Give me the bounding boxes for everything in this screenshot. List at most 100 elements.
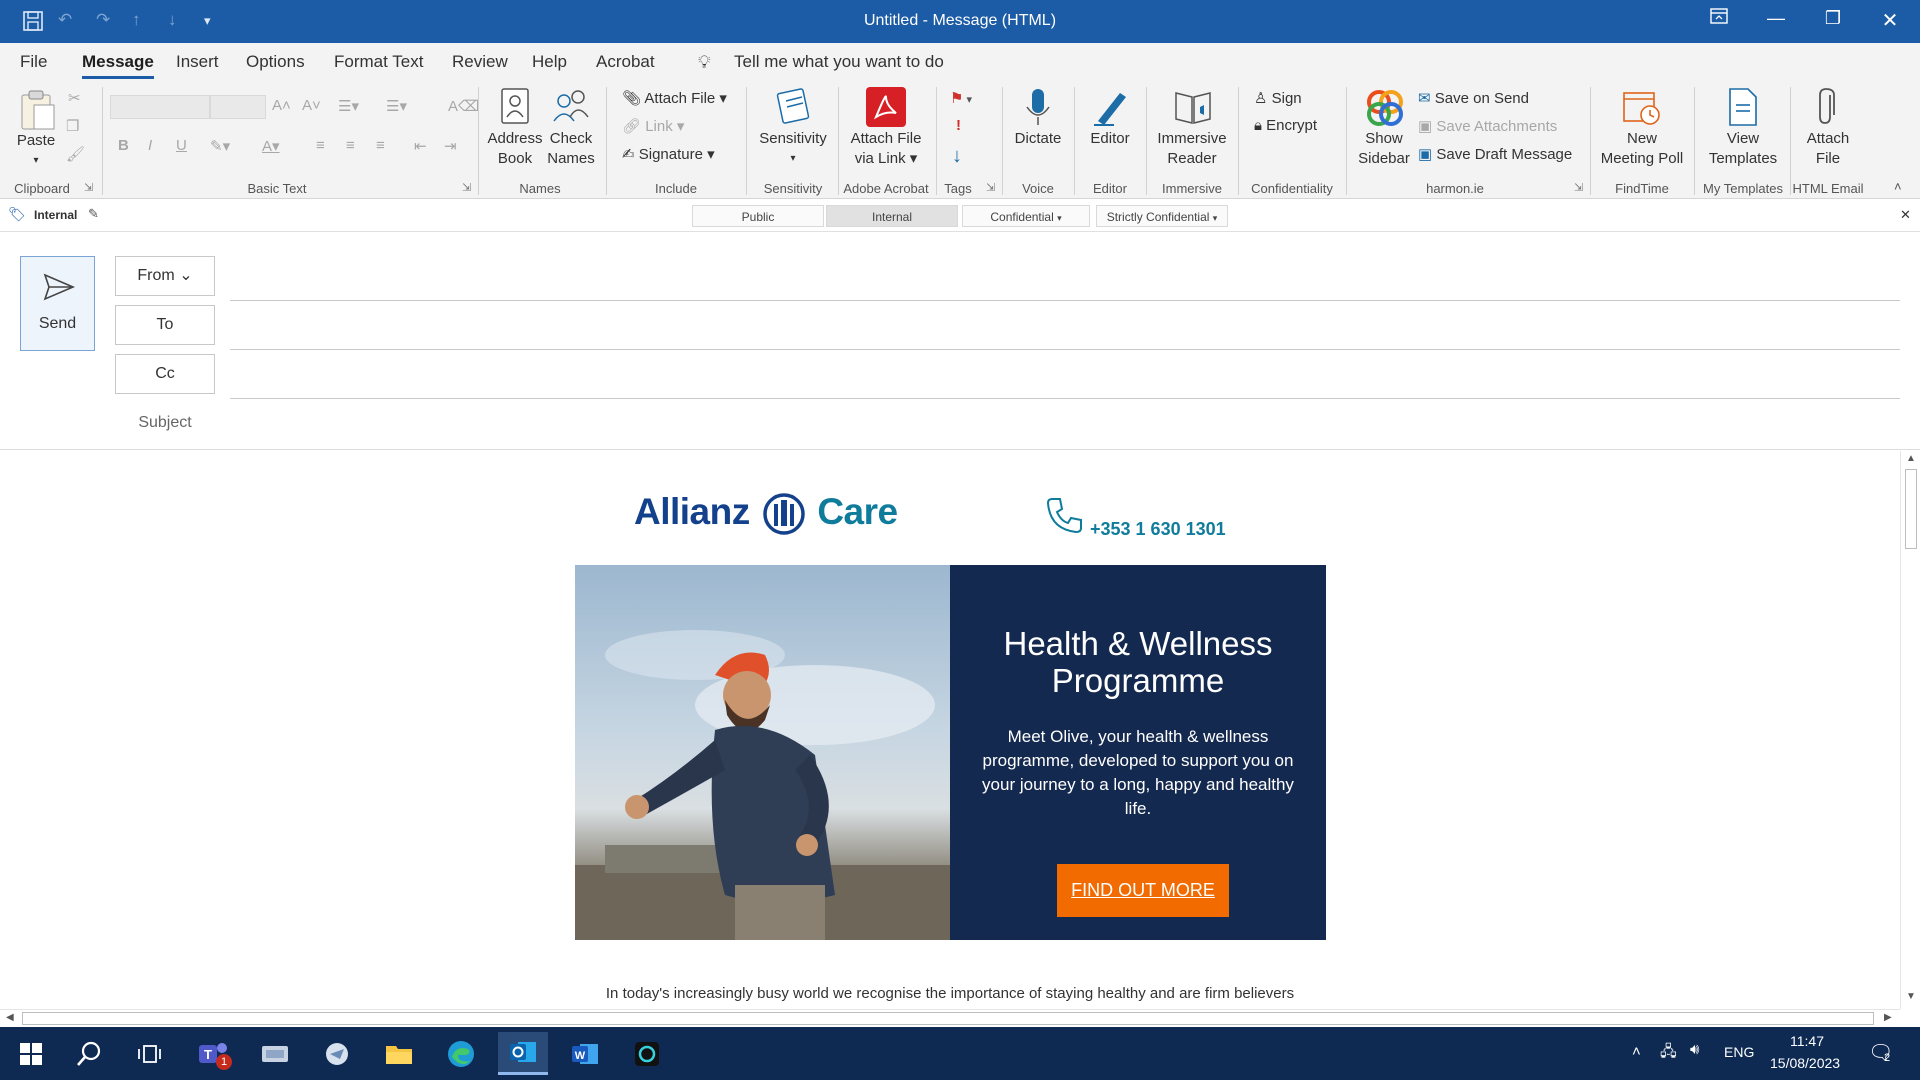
format-painter-icon[interactable]: 🖌︎ <box>66 145 85 163</box>
scroll-up-icon[interactable]: ▲ <box>1906 453 1916 464</box>
close-classification-icon[interactable]: ✕ <box>1900 207 1911 223</box>
bold-icon[interactable]: B <box>118 137 129 154</box>
horizontal-scrollbar[interactable]: ◀ ▶ <box>0 1009 1900 1027</box>
menu-help[interactable]: Help <box>532 52 567 72</box>
harmonie-launcher-icon[interactable]: ⇲ <box>1574 181 1583 194</box>
taskbar-app-1[interactable] <box>250 1032 300 1075</box>
horizontal-scroll-thumb[interactable] <box>22 1012 1874 1025</box>
close-icon[interactable]: ✕ <box>1870 8 1910 33</box>
ribbon-display-options-icon[interactable] <box>1699 8 1739 29</box>
editor-icon[interactable] <box>1090 87 1130 132</box>
sensitivity-icon[interactable] <box>776 87 812 130</box>
address-book-icon[interactable] <box>498 87 532 130</box>
volume-icon[interactable]: 🔊︎ <box>1690 1041 1699 1058</box>
phone-number[interactable]: +353 1 630 1301 <box>1090 519 1226 540</box>
class-public-button[interactable]: Public <box>692 205 824 227</box>
clock-time[interactable]: 11:47 <box>1790 1033 1824 1049</box>
bullets-icon[interactable]: ☰▾ <box>338 97 359 115</box>
tags-launcher-icon[interactable]: ⇲ <box>986 181 995 194</box>
cc-field[interactable] <box>230 398 1900 399</box>
new-meeting-poll-button[interactable]: New Meeting Poll <box>1596 129 1688 169</box>
from-field[interactable] <box>230 300 1900 301</box>
low-importance-icon[interactable]: ↓ <box>952 145 962 168</box>
taskbar-app-2[interactable] <box>312 1032 362 1075</box>
menu-options[interactable]: Options <box>246 52 305 72</box>
decrease-indent-icon[interactable]: ⇤ <box>414 137 427 155</box>
signature-button[interactable]: ✍︎ Signature ▾ <box>622 145 715 163</box>
font-name-input[interactable] <box>110 95 210 119</box>
menu-format-text[interactable]: Format Text <box>334 52 423 72</box>
immersive-reader-icon[interactable] <box>1172 87 1214 132</box>
word-app[interactable]: W <box>560 1032 610 1075</box>
attach-file-html-button[interactable]: Attach File <box>1794 129 1862 169</box>
menu-acrobat[interactable]: Acrobat <box>596 52 655 72</box>
paste-icon[interactable] <box>18 89 56 136</box>
start-button[interactable] <box>6 1032 56 1075</box>
task-view-button[interactable] <box>124 1032 174 1075</box>
minimize-icon[interactable]: — <box>1756 8 1796 29</box>
save-draft-button[interactable]: ▣ Save Draft Message <box>1418 145 1572 163</box>
check-names-icon[interactable] <box>552 87 590 130</box>
subject-field[interactable] <box>230 410 1900 440</box>
file-explorer-app[interactable] <box>374 1032 424 1075</box>
findtime-icon[interactable] <box>1622 87 1662 132</box>
attach-paperclip-icon[interactable] <box>1814 87 1840 132</box>
harmonie-icon[interactable] <box>1364 87 1406 134</box>
flag-icon[interactable]: ⚑ ▾ <box>950 89 972 107</box>
to-field[interactable] <box>230 349 1900 350</box>
scroll-down-icon[interactable]: ▼ <box>1906 991 1916 1002</box>
tell-me-search[interactable]: Tell me what you want to do <box>734 52 944 72</box>
align-left-icon[interactable]: ≡ <box>316 137 325 154</box>
sign-button[interactable]: ♙ Sign <box>1254 89 1302 107</box>
microphone-icon[interactable] <box>1024 87 1052 132</box>
class-internal-button[interactable]: Internal <box>826 205 958 227</box>
grow-font-icon[interactable]: A˄ <box>272 97 291 114</box>
vertical-scroll-thumb[interactable] <box>1905 469 1917 549</box>
menu-insert[interactable]: Insert <box>176 52 219 72</box>
email-body[interactable]: Allianz Care +353 1 630 1301 Health & We… <box>0 451 1900 1009</box>
to-button[interactable]: To <box>115 305 215 345</box>
clock-date[interactable]: 15/08/2023 <box>1770 1055 1840 1071</box>
underline-icon[interactable]: U <box>176 137 187 154</box>
encrypt-button[interactable]: 🔒︎ Encrypt <box>1254 117 1317 134</box>
find-out-more-button[interactable]: FIND OUT MORE <box>1057 864 1229 917</box>
editor-button[interactable]: Editor <box>1078 129 1142 149</box>
increase-indent-icon[interactable]: ⇥ <box>444 137 457 155</box>
immersive-reader-button[interactable]: Immersive Reader <box>1150 129 1234 169</box>
sensitivity-dropdown-icon[interactable]: ▾ <box>752 149 834 169</box>
show-hidden-icons-icon[interactable]: ˄ <box>1632 1043 1641 1060</box>
menu-review[interactable]: Review <box>452 52 508 72</box>
italic-icon[interactable]: I <box>148 137 152 154</box>
align-center-icon[interactable]: ≡ <box>346 137 355 154</box>
basic-text-launcher-icon[interactable]: ⇲ <box>462 181 471 194</box>
highlight-icon[interactable]: ✎▾ <box>210 137 230 155</box>
clear-formatting-icon[interactable]: A⌫ <box>448 97 479 115</box>
acrobat-icon[interactable] <box>866 87 906 132</box>
language-indicator[interactable]: ENG <box>1724 1044 1754 1060</box>
menu-message[interactable]: Message <box>82 52 154 79</box>
save-attachments-button[interactable]: ▣ Save Attachments <box>1418 117 1557 135</box>
sensitivity-button[interactable]: Sensitivity <box>752 129 834 149</box>
clipboard-launcher-icon[interactable]: ⇲ <box>84 181 93 194</box>
collapse-ribbon-icon[interactable]: ˄ <box>1894 179 1902 194</box>
outlook-app[interactable] <box>498 1032 548 1075</box>
teams-app[interactable]: T 1 <box>188 1032 238 1075</box>
from-button[interactable]: From ⌄ <box>115 256 215 296</box>
templates-icon[interactable] <box>1726 87 1760 132</box>
paste-button[interactable]: Paste <box>14 131 58 151</box>
dictate-button[interactable]: Dictate <box>1006 129 1070 149</box>
check-names-button[interactable]: Check Names <box>540 129 602 169</box>
taskbar-app-3[interactable] <box>622 1032 672 1075</box>
network-icon[interactable]: 🖧︎ <box>1660 1041 1677 1066</box>
scroll-right-icon[interactable]: ▶ <box>1884 1012 1892 1023</box>
numbering-icon[interactable]: ☰▾ <box>386 97 407 115</box>
scroll-left-icon[interactable]: ◀ <box>6 1012 14 1023</box>
send-button[interactable]: Send <box>20 256 95 351</box>
search-button[interactable] <box>64 1032 114 1075</box>
shrink-font-icon[interactable]: A˅ <box>302 97 321 114</box>
attach-file-via-link-button[interactable]: Attach File via Link ▾ <box>846 129 926 169</box>
class-confidential-button[interactable]: Confidential ▾ <box>962 205 1090 227</box>
paste-dropdown-icon[interactable]: ▾ <box>14 151 58 171</box>
high-importance-icon[interactable]: ! <box>956 117 961 134</box>
show-sidebar-button[interactable]: Show Sidebar <box>1350 129 1418 169</box>
